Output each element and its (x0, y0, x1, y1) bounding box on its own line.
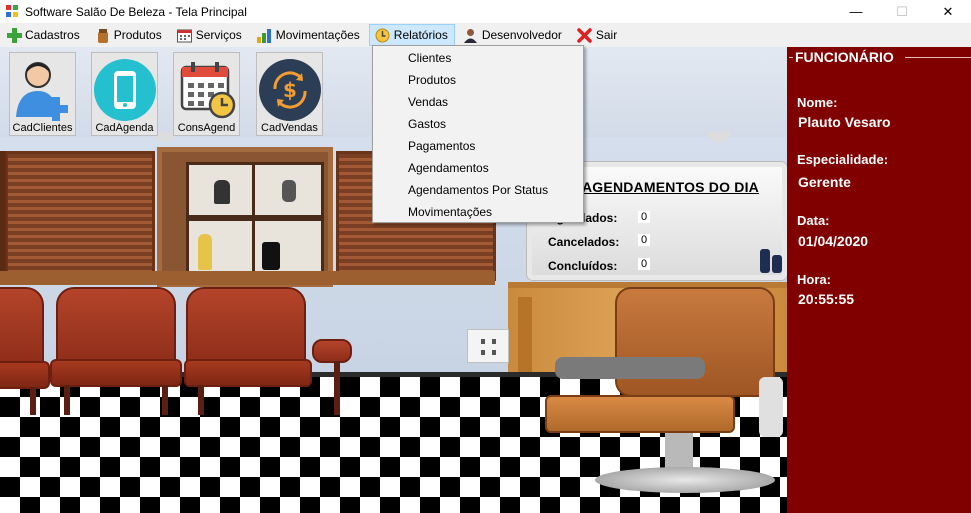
calendar-icon (177, 27, 193, 43)
close-button[interactable]: ✕ (925, 0, 971, 23)
svg-text:$: $ (283, 78, 297, 102)
dropdown-item-agendamentos-por-status[interactable]: Agendamentos Por Status (373, 179, 583, 201)
menu-relatorios[interactable]: Relatórios (368, 24, 455, 46)
left-shutter (5, 151, 155, 281)
bottle (214, 180, 230, 204)
waiting-chair (0, 287, 50, 417)
board-label-cancelados: Cancelados: (548, 235, 620, 249)
menu-cadastros[interactable]: Cadastros (0, 24, 87, 46)
dropdown-item-pagamentos[interactable]: Pagamentos (373, 135, 583, 157)
menu-desenvolvedor[interactable]: Desenvolvedor (457, 24, 569, 46)
mobile-phone-icon (93, 59, 156, 121)
waiting-chair (50, 287, 182, 417)
menu-cadastros-label: Cadastros (25, 28, 80, 42)
cadagenda-button[interactable]: CadAgenda (91, 52, 158, 136)
bottle (262, 242, 280, 270)
bottle (760, 249, 770, 273)
date-label: Data: (797, 213, 830, 228)
bar-chart-icon (257, 27, 273, 43)
jar-icon (95, 27, 111, 43)
bottle (282, 180, 296, 202)
menu-movimentacoes-label: Movimentações (275, 28, 360, 42)
window-title: Software Salão De Beleza - Tela Principa… (25, 4, 247, 19)
cadvendas-button[interactable]: $ CadVendas (256, 52, 323, 136)
app-icon (6, 5, 19, 18)
cadagenda-label: CadAgenda (95, 122, 154, 134)
plus-icon (6, 27, 22, 43)
waiting-chair (184, 287, 354, 417)
menu-servicos-label: Serviços (195, 28, 242, 42)
dropdown-item-gastos[interactable]: Gastos (373, 113, 583, 135)
relatorios-dropdown: Clientes Produtos Vendas Gastos Pagament… (372, 45, 584, 223)
bottle (772, 255, 782, 273)
date-value: 01/04/2020 (798, 233, 869, 249)
person-icon (463, 27, 479, 43)
name-value: Plauto Vesaro (798, 114, 891, 130)
add-user-icon (12, 59, 74, 121)
panel-border (905, 57, 971, 58)
consagend-button[interactable]: ConsAgend (173, 52, 240, 136)
cadvendas-label: CadVendas (261, 122, 318, 134)
bottle (198, 234, 212, 270)
menu-movimentacoes[interactable]: Movimentações (251, 24, 367, 46)
employee-panel: FUNCIONÁRIO Nome: Plauto Vesaro Especial… (787, 47, 971, 513)
time-value: 20:55:55 (798, 291, 855, 307)
menu-produtos[interactable]: Produtos (89, 24, 169, 46)
dropdown-item-clientes[interactable]: Clientes (373, 47, 583, 69)
menu-sair[interactable]: Sair (571, 24, 624, 46)
minimize-icon: — (849, 4, 863, 19)
cadclientes-button[interactable]: CadClientes (9, 52, 76, 136)
maximize-button[interactable]: ☐ (879, 0, 925, 23)
menu-relatorios-label: Relatórios (393, 28, 448, 42)
shelf-cabinet (157, 147, 333, 287)
specialty-label: Especialidade: (797, 152, 889, 167)
time-label: Hora: (797, 272, 831, 287)
calendar-clock-icon (176, 59, 238, 121)
dropdown-item-agendamentos[interactable]: Agendamentos (373, 157, 583, 179)
report-icon (375, 27, 391, 43)
board-title: AGENDAMENTOS DO DIA (582, 179, 759, 195)
cadclientes-label: CadClientes (12, 122, 73, 134)
panel-border (789, 57, 793, 58)
dropdown-item-vendas[interactable]: Vendas (373, 91, 583, 113)
dropdown-item-movimentacoes[interactable]: Movimentações (373, 201, 583, 223)
window-controls: — ☐ ✕ (833, 0, 971, 23)
board-label-concluidos: Concluídos: (548, 259, 618, 273)
shelf-cell (186, 218, 258, 274)
panel-title: FUNCIONÁRIO (795, 49, 894, 65)
name-label: Nome: (797, 95, 838, 110)
money-cycle-icon: $ (258, 59, 321, 121)
minimize-button[interactable]: — (833, 0, 879, 23)
wall-outlet (467, 329, 509, 363)
board-value-agendados: 0 (638, 211, 651, 223)
specialty-value: Gerente (798, 174, 851, 190)
barber-chair (545, 287, 785, 507)
shutter-hinge (0, 151, 6, 281)
board-value-cancelados: 0 (638, 234, 651, 246)
maximize-icon: ☐ (896, 3, 908, 19)
menu-servicos[interactable]: Serviços (171, 24, 249, 46)
window-sill (0, 271, 495, 285)
menu-sair-label: Sair (595, 28, 618, 42)
menu-produtos-label: Produtos (113, 28, 162, 42)
close-icon: ✕ (942, 3, 954, 19)
menu-desenvolvedor-label: Desenvolvedor (481, 28, 562, 42)
board-value-concluidos: 0 (638, 258, 651, 270)
title-bar: Software Salão De Beleza - Tela Principa… (0, 0, 971, 23)
close-x-icon (577, 27, 593, 43)
dropdown-item-produtos[interactable]: Produtos (373, 69, 583, 91)
consagend-label: ConsAgend (177, 122, 236, 134)
menu-bar: Cadastros Produtos Serviços Movimentaçõe… (0, 23, 971, 47)
